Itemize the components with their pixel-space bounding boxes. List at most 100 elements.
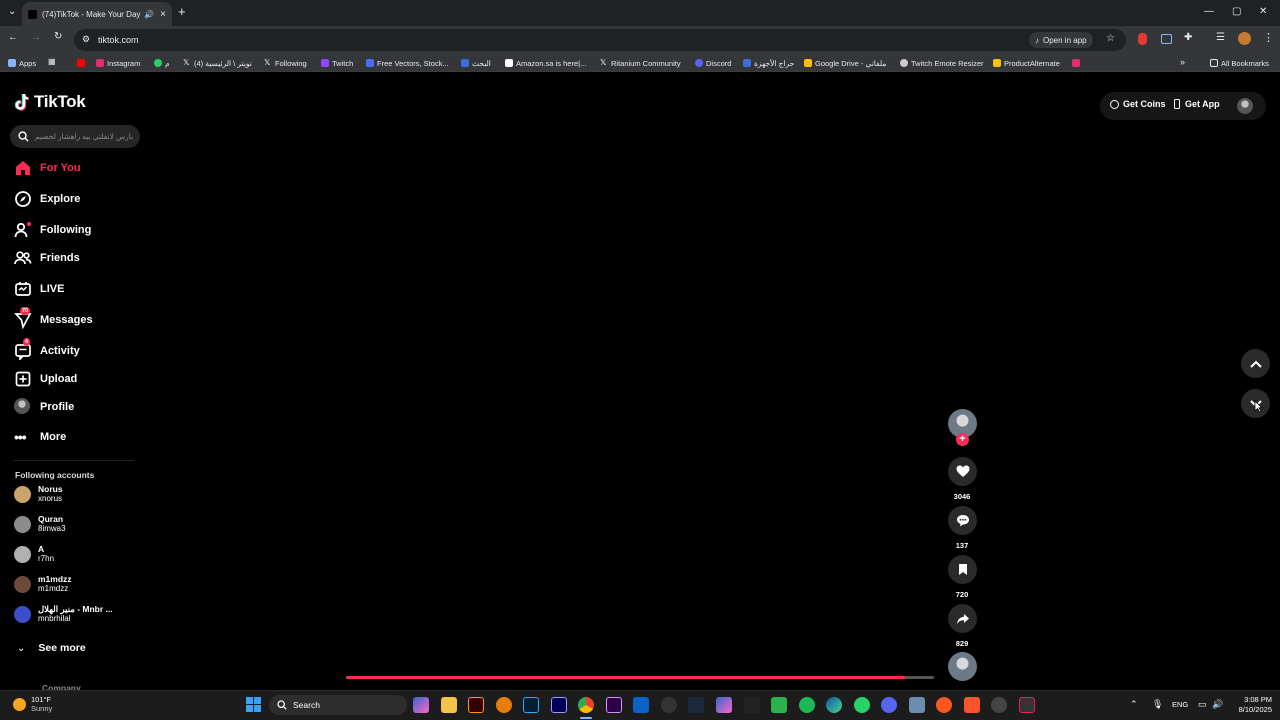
search-input[interactable]: بارس لانفلتي بيه راهشار لخصيم bbox=[10, 125, 140, 148]
file-explorer-icon[interactable] bbox=[441, 697, 457, 713]
network-icon[interactable]: ▭ bbox=[1198, 699, 1207, 710]
follow-plus-button[interactable]: + bbox=[956, 433, 969, 446]
site-info-icon[interactable]: ⚙ bbox=[82, 34, 90, 45]
account-item[interactable]: Ar7hn bbox=[14, 541, 54, 567]
steam-icon[interactable] bbox=[688, 697, 704, 713]
profile-avatar[interactable] bbox=[1238, 32, 1251, 45]
forward-button[interactable]: → bbox=[31, 32, 41, 43]
spotify-icon[interactable] bbox=[799, 697, 815, 713]
volume-icon[interactable]: 🔊 bbox=[1212, 699, 1223, 710]
bookmark-item[interactable]: م bbox=[154, 57, 170, 69]
reload-button[interactable]: ↻ bbox=[54, 31, 62, 42]
user-avatar[interactable] bbox=[1237, 98, 1253, 114]
bookmark-star-icon[interactable]: ☆ bbox=[1106, 33, 1115, 44]
bookmark-item[interactable]: Instagram bbox=[96, 57, 140, 69]
previous-video-button[interactable] bbox=[1241, 349, 1270, 378]
bookmark-item[interactable]: البحث bbox=[461, 57, 491, 69]
nav-friends[interactable]: Friends bbox=[14, 247, 80, 269]
illustrator-icon[interactable] bbox=[468, 697, 484, 713]
app-icon[interactable] bbox=[744, 697, 760, 713]
browser-menu-icon[interactable]: ⋮ bbox=[1263, 31, 1274, 44]
clock[interactable]: 3:08 PM 8/10/2025 bbox=[1228, 695, 1272, 715]
share-button[interactable] bbox=[948, 604, 977, 633]
account-item[interactable]: Quran 8imwa3 bbox=[14, 511, 66, 537]
outlook-icon[interactable] bbox=[633, 697, 649, 713]
bookmark-item[interactable]: 𝕏 تويتر \ الرئيسية (4) bbox=[183, 57, 252, 69]
sun-icon[interactable] bbox=[13, 698, 26, 711]
bookmark-item[interactable]: Discord bbox=[695, 57, 731, 69]
nav-explore[interactable]: Explore bbox=[14, 188, 80, 210]
account-item[interactable]: Norus xnorus bbox=[14, 481, 63, 507]
all-bookmarks-button[interactable]: All Bookmarks bbox=[1210, 57, 1269, 69]
music-disc-avatar[interactable] bbox=[948, 652, 977, 681]
tab-audio-icon[interactable]: 🔊 bbox=[144, 10, 154, 19]
bookmark-item[interactable]: 𝕏 Following bbox=[264, 57, 307, 69]
app-icon[interactable] bbox=[661, 697, 677, 713]
windows-start-icon[interactable] bbox=[246, 697, 261, 712]
tray-overflow-icon[interactable]: ⌃ bbox=[1130, 699, 1138, 710]
nav-profile[interactable]: Profile bbox=[14, 396, 74, 418]
maximize-button[interactable]: ▢ bbox=[1232, 6, 1241, 17]
minimize-button[interactable]: — bbox=[1204, 6, 1214, 17]
nav-for-you[interactable]: For You bbox=[14, 157, 81, 179]
bookmark-item[interactable]: Twitch Emote Resizer bbox=[900, 57, 984, 69]
back-button[interactable]: ← bbox=[8, 32, 18, 43]
save-button[interactable] bbox=[948, 555, 977, 584]
tab-search-grid-icon[interactable]: ▦ bbox=[48, 57, 56, 66]
after-effects-icon[interactable] bbox=[551, 697, 567, 713]
account-item[interactable]: m1mdzz m1mdzz bbox=[14, 571, 72, 597]
bookmark-item[interactable]: Free Vectors, Stock... bbox=[366, 57, 449, 69]
close-window-button[interactable]: ✕ bbox=[1259, 6, 1267, 17]
extensions-puzzle-icon[interactable]: ✚ bbox=[1184, 32, 1192, 43]
premiere-icon[interactable] bbox=[606, 697, 622, 713]
chrome-icon[interactable] bbox=[578, 697, 594, 713]
app-icon[interactable] bbox=[909, 697, 925, 713]
bookmark-item[interactable]: Apps bbox=[8, 57, 36, 69]
nav-messages[interactable]: 70 Messages bbox=[14, 307, 93, 331]
nav-live[interactable]: LIVE bbox=[14, 278, 64, 300]
language-indicator[interactable]: ENG bbox=[1172, 700, 1188, 709]
browser-tab[interactable]: (74)TikTok - Make Your Day 🔊 × bbox=[22, 2, 172, 26]
copilot-icon[interactable] bbox=[413, 697, 429, 713]
bookmark-item[interactable]: Twitch bbox=[321, 57, 353, 69]
see-more-button[interactable]: ⌄ See more bbox=[17, 642, 86, 654]
nav-more[interactable]: ••• More bbox=[14, 426, 66, 448]
bookmark-item[interactable]: Google Drive - ملفاتي bbox=[804, 57, 886, 69]
more-bookmarks-icon[interactable]: » bbox=[1180, 57, 1185, 67]
comment-button[interactable] bbox=[948, 506, 977, 535]
blender-icon[interactable] bbox=[496, 697, 512, 713]
bookmark-item[interactable]: ProductAlternate bbox=[993, 57, 1060, 69]
bookmark-item[interactable] bbox=[77, 57, 88, 69]
bookmark-item[interactable]: Amazon.sa is here|... bbox=[505, 57, 586, 69]
address-bar[interactable]: ⚙ tiktok.com ♪ Open in app ☆ bbox=[74, 29, 1126, 51]
tab-groups-icon[interactable]: ☰ bbox=[1216, 32, 1225, 43]
app-icon[interactable] bbox=[991, 697, 1007, 713]
like-button[interactable] bbox=[948, 457, 977, 486]
app-icon[interactable] bbox=[1019, 697, 1035, 713]
photoshop-icon[interactable] bbox=[523, 697, 539, 713]
extension-icon[interactable] bbox=[1161, 34, 1172, 44]
tiktok-logo[interactable]: TikTok bbox=[15, 92, 86, 112]
whatsapp-icon[interactable] bbox=[854, 697, 870, 713]
open-in-app-button[interactable]: ♪ Open in app bbox=[1029, 32, 1093, 48]
weather-widget[interactable]: 101°F Sunny bbox=[31, 695, 52, 713]
discord-icon[interactable] bbox=[881, 697, 897, 713]
app-icon[interactable] bbox=[936, 697, 952, 713]
tab-close-icon[interactable]: × bbox=[160, 9, 166, 20]
video-progress-track[interactable] bbox=[346, 676, 934, 679]
account-item[interactable]: منير الهلال - Mnbr ... mnbrhilal bbox=[14, 601, 113, 627]
copilot-icon[interactable] bbox=[716, 697, 732, 713]
tab-search-icon[interactable]: ⌄ bbox=[8, 6, 16, 17]
get-coins-button[interactable]: Get Coins bbox=[1110, 99, 1166, 109]
bookmark-item[interactable] bbox=[1072, 57, 1083, 69]
nav-activity[interactable]: 4 Activity bbox=[14, 338, 80, 362]
nav-following[interactable]: Following bbox=[14, 219, 91, 241]
brave-icon[interactable] bbox=[964, 697, 980, 713]
extension-icon[interactable] bbox=[1138, 33, 1147, 45]
bookmark-item[interactable]: 𝕏 Ritanium Community bbox=[600, 57, 681, 69]
microphone-icon[interactable]: 🎙 bbox=[1152, 699, 1163, 710]
get-app-button[interactable]: Get App bbox=[1174, 99, 1220, 109]
nav-upload[interactable]: Upload bbox=[14, 368, 77, 390]
taskbar-search[interactable]: Search bbox=[269, 695, 407, 715]
app-icon[interactable] bbox=[771, 697, 787, 713]
